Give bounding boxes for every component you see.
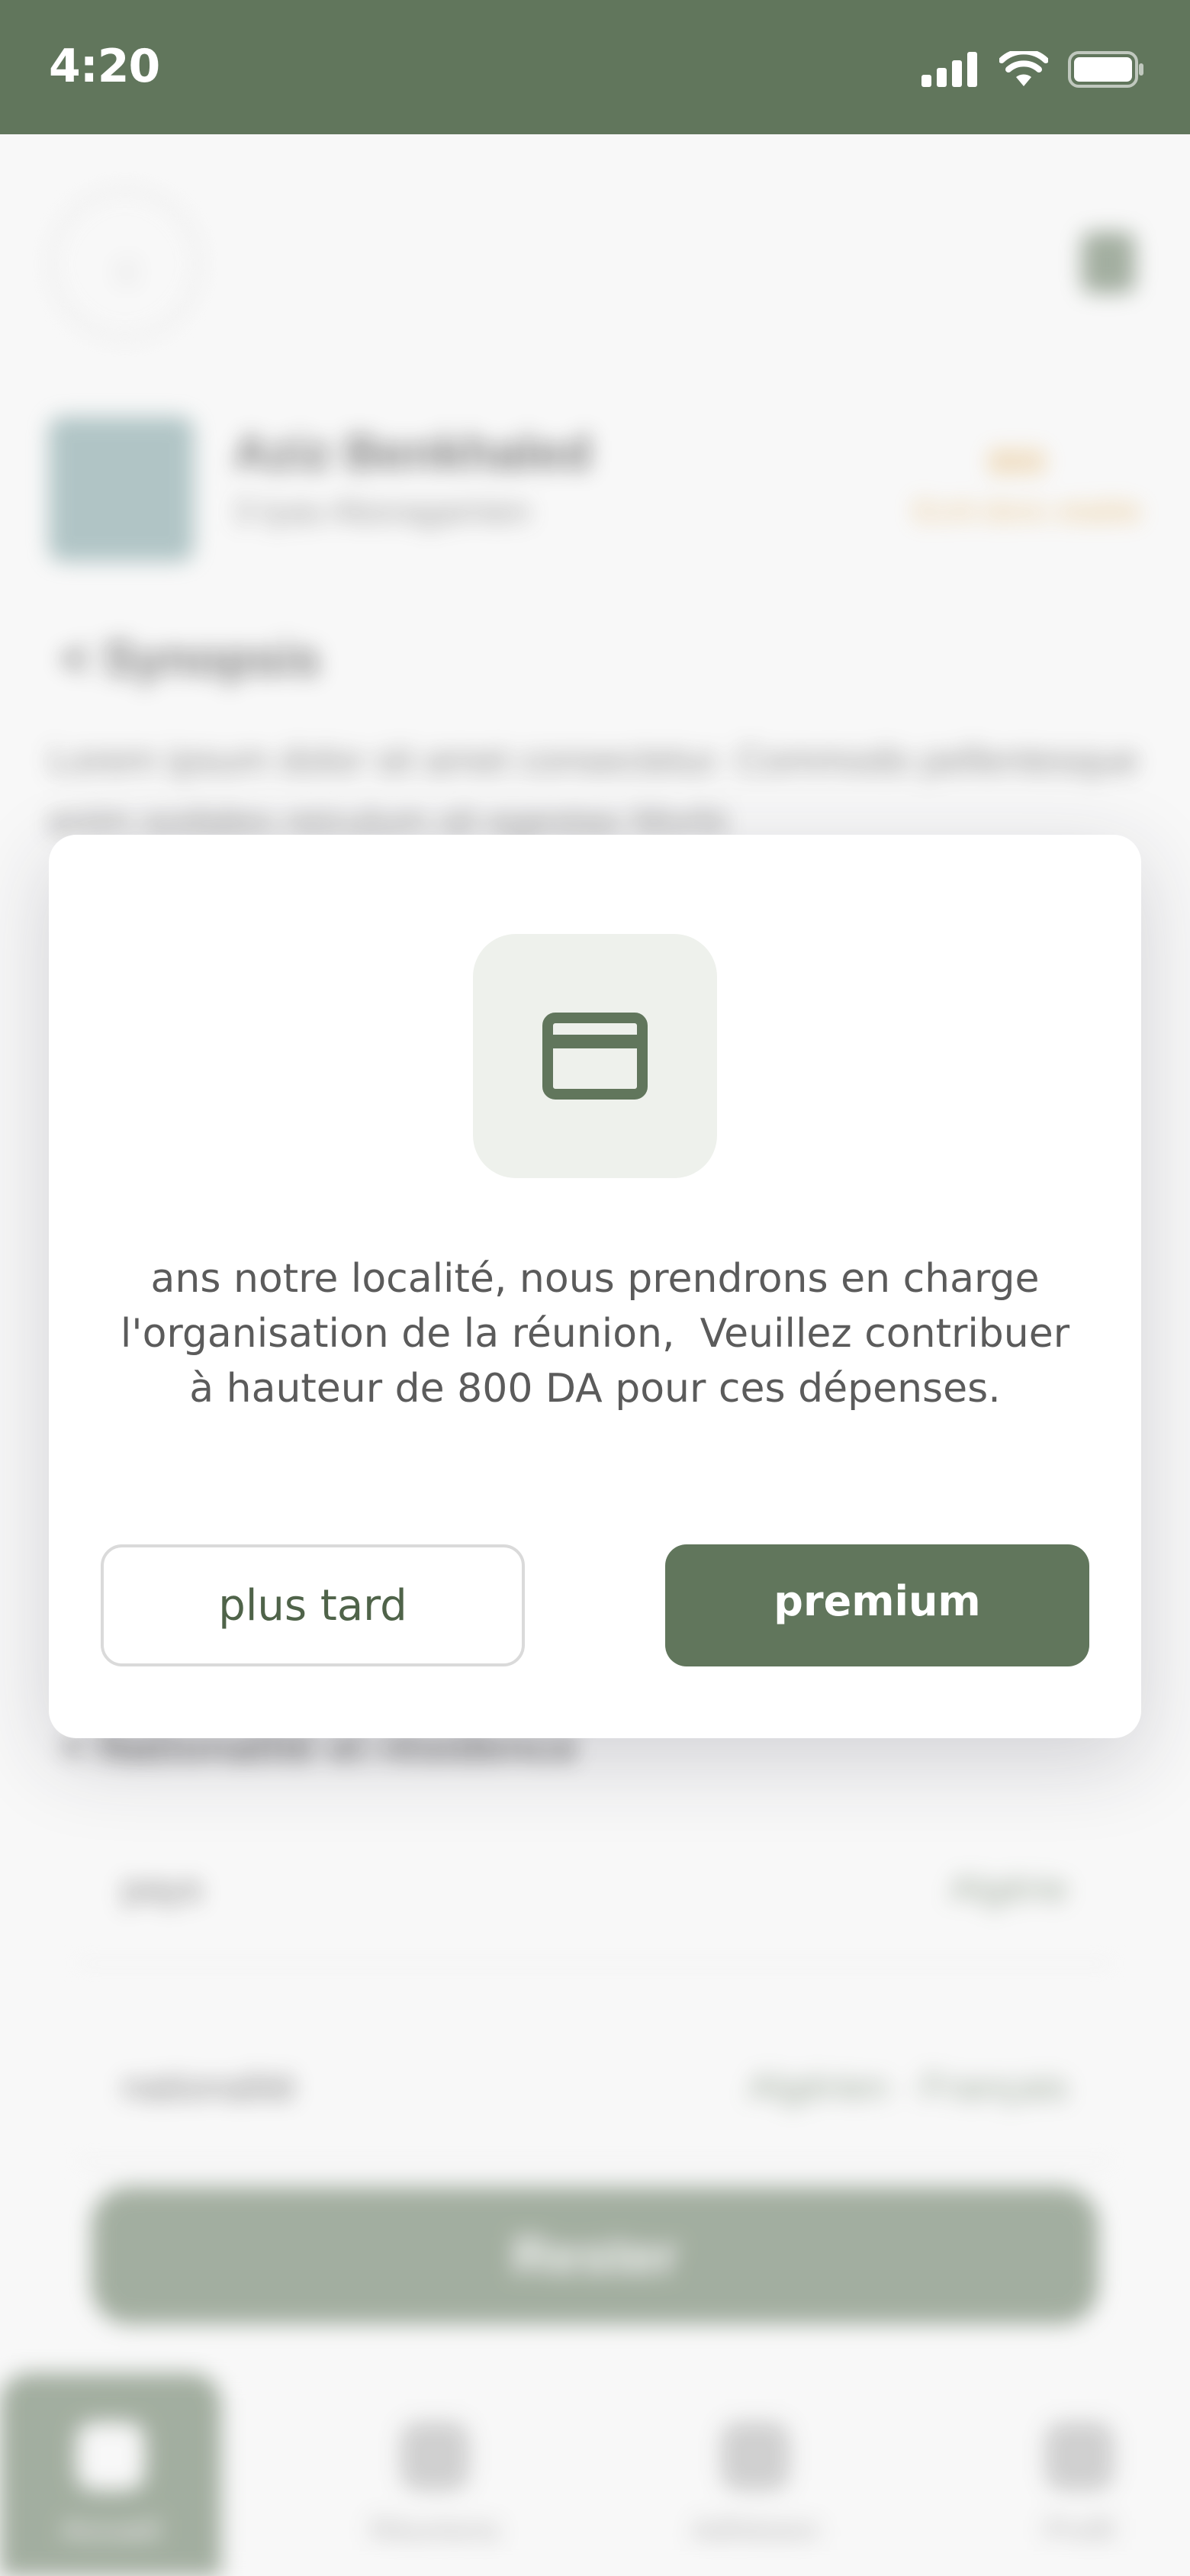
modal-message-line: ans notre localité, nous prendrons en ch… xyxy=(150,1256,1040,1302)
status-bar: 4:20 xyxy=(0,0,1190,134)
status-icons xyxy=(921,50,1144,89)
modal-message-line: à hauteur de 800 DA pour ces dépenses. xyxy=(189,1366,1001,1412)
status-time: 4:20 xyxy=(49,40,160,93)
later-button[interactable]: plus tard xyxy=(101,1544,525,1666)
modal-message-line: l'organisation de la réunion, Veuillez c… xyxy=(120,1311,1070,1357)
wifi-icon xyxy=(999,51,1048,86)
modal-icon-container xyxy=(473,934,717,1178)
payment-modal: ans notre localité, nous prendrons en ch… xyxy=(49,835,1141,1738)
signal-icon xyxy=(921,52,977,87)
credit-card-icon xyxy=(542,1013,648,1100)
modal-message: ans notre localité, nous prendrons en ch… xyxy=(95,1251,1095,1416)
premium-button[interactable]: premium xyxy=(665,1544,1089,1666)
battery-icon xyxy=(1068,51,1143,88)
